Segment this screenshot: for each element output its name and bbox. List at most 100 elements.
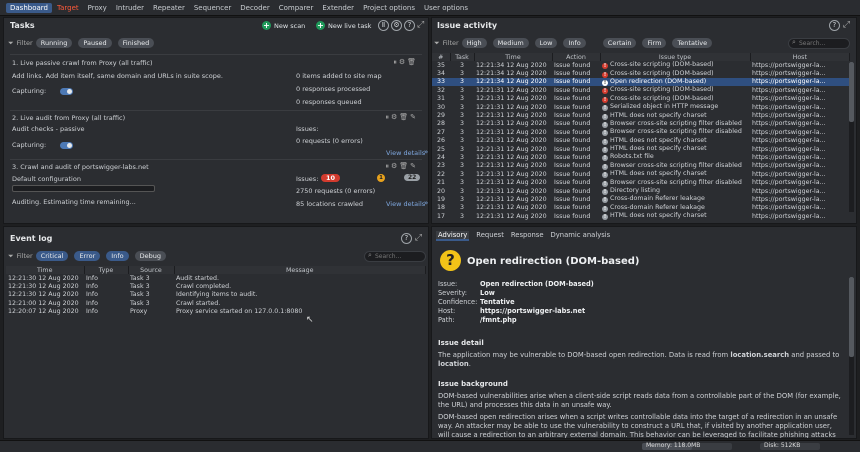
tab-request[interactable]: Request — [476, 231, 504, 241]
expand-icon[interactable]: ⤢ — [843, 20, 850, 31]
tab-repeater[interactable]: Repeater — [149, 3, 189, 13]
pause-all-icon[interactable]: Ⅱ — [378, 20, 389, 31]
issue-row[interactable]: 31 3 12:21:31 12 Aug 2020 Issue found! Cross… — [432, 95, 850, 103]
scrollbar-thumb[interactable] — [849, 277, 854, 357]
event-row[interactable]: 12:20:07 12 Aug 2020 Info Proxy Proxy servi… — [6, 308, 426, 316]
pause-icon[interactable]: ⏸ — [393, 58, 397, 67]
tab-dashboard[interactable]: Dashboard — [6, 2, 52, 13]
filter-info[interactable]: Info — [106, 251, 129, 261]
issue-row[interactable]: 23 3 12:21:31 12 Aug 2020 Issue found! Brows… — [432, 162, 850, 170]
filter-tentative[interactable]: Tentative — [672, 38, 713, 48]
col-time[interactable]: Time — [474, 53, 553, 61]
event-row[interactable]: 12:21:30 12 Aug 2020 Info Task 3 Audit star… — [6, 274, 426, 282]
high-issues-badge[interactable]: 10 — [321, 174, 341, 182]
issue-row[interactable]: 20 3 12:21:31 12 Aug 2020 Issue found! Direc… — [432, 187, 850, 196]
issue-row[interactable]: 21 3 12:21:31 12 Aug 2020 Issue found! Brows… — [432, 178, 850, 187]
trash-icon[interactable]: 🗑 — [399, 113, 408, 122]
scrollbar-thumb[interactable] — [849, 62, 854, 122]
issue-row[interactable]: 34 3 12:21:34 12 Aug 2020 Issue found! Cross… — [432, 69, 850, 78]
issue-row[interactable]: 19 3 12:21:31 12 Aug 2020 Issue found! Cross… — [432, 195, 850, 204]
tab-comparer[interactable]: Comparer — [275, 3, 318, 13]
filter-high[interactable]: High — [461, 38, 487, 48]
tab-advisory[interactable]: Advisory — [436, 231, 470, 241]
issue-row[interactable]: 33 3 12:21:34 12 Aug 2020 Issue found! Open … — [432, 77, 850, 87]
filter-critical[interactable]: Critical — [35, 251, 69, 261]
edit-icon[interactable]: ✎ — [410, 113, 416, 122]
info-issues-badge[interactable]: 22 — [404, 174, 421, 181]
event-type: Info — [86, 299, 98, 307]
capturing-toggle[interactable] — [60, 142, 73, 149]
trash-icon[interactable]: 🗑 — [399, 162, 408, 171]
gear-icon[interactable]: ⚙ — [391, 162, 397, 171]
task-card-2[interactable]: 2. Live audit from Proxy (all traffic) ⏸… — [10, 110, 428, 158]
help-icon[interactable]: ? — [828, 20, 840, 31]
trash-icon[interactable]: 🗑 — [407, 58, 416, 67]
col-host[interactable]: Host — [750, 53, 850, 61]
edit-icon[interactable]: ✎ — [410, 162, 416, 171]
help-icon[interactable]: ? — [404, 20, 415, 31]
tab-project-options[interactable]: Project options — [359, 3, 419, 13]
filter-running[interactable]: Running — [35, 38, 73, 48]
filter-info[interactable]: Info — [563, 38, 586, 48]
col-issue-type[interactable]: Issue type — [600, 53, 751, 61]
col-type[interactable]: Type — [84, 266, 129, 274]
filter-debug[interactable]: Debug — [134, 251, 166, 261]
tab-dynamic-analysis[interactable]: Dynamic analysis — [551, 231, 611, 241]
issue-row[interactable]: 32 3 12:21:31 12 Aug 2020 Issue found! Cross… — [432, 86, 850, 95]
col-number[interactable]: # — [432, 53, 451, 61]
issue-row[interactable]: 29 3 12:21:31 12 Aug 2020 Issue found! HTML … — [432, 111, 850, 120]
new-scan-button[interactable]: + New scan — [262, 21, 305, 30]
issue-row[interactable]: 18 3 12:21:31 12 Aug 2020 Issue found! Cross… — [432, 204, 850, 212]
issue-row[interactable]: 25 3 12:21:31 12 Aug 2020 Issue found! HTML … — [432, 145, 850, 154]
tab-extender[interactable]: Extender — [318, 3, 358, 13]
issue-row[interactable]: 26 3 12:21:31 12 Aug 2020 Issue found! HTML … — [432, 137, 850, 145]
advisory-scrollbar[interactable] — [849, 277, 854, 435]
col-action[interactable]: Action — [552, 53, 601, 61]
tab-intruder[interactable]: Intruder — [112, 3, 148, 13]
col-time[interactable]: Time — [6, 266, 85, 274]
capturing-toggle[interactable] — [60, 88, 73, 95]
filter-paused[interactable]: Paused — [78, 38, 112, 48]
tab-sequencer[interactable]: Sequencer — [190, 3, 235, 13]
event-log-search[interactable]: Search... — [364, 251, 426, 262]
issue-row[interactable]: 22 3 12:21:31 12 Aug 2020 Issue found! HTML … — [432, 170, 850, 179]
filter-finished[interactable]: Finished — [117, 38, 155, 48]
medium-issues-badge[interactable]: 1 — [377, 174, 385, 182]
col-source[interactable]: Source — [128, 266, 175, 274]
gear-icon[interactable]: ⚙ — [391, 113, 397, 122]
expand-icon[interactable]: ⤢ — [417, 20, 424, 31]
expand-icon[interactable]: ⤢ — [415, 233, 422, 244]
filter-firm[interactable]: Firm — [642, 38, 667, 48]
new-live-task-button[interactable]: + New live task — [316, 21, 371, 30]
tab-user-options[interactable]: User options — [420, 3, 472, 13]
help-icon[interactable]: ? — [400, 233, 412, 244]
issue-row[interactable]: 24 3 12:21:31 12 Aug 2020 Issue found! Robot… — [432, 153, 850, 162]
gear-icon[interactable]: ⚙ — [391, 20, 402, 31]
issue-row[interactable]: 27 3 12:21:31 12 Aug 2020 Issue found! Brows… — [432, 128, 850, 137]
tab-proxy[interactable]: Proxy — [84, 3, 111, 13]
tab-target[interactable]: Target — [53, 3, 83, 13]
issue-table-scrollbar[interactable] — [849, 62, 854, 212]
issue-row[interactable]: 17 3 12:21:31 12 Aug 2020 Issue found! HTML … — [432, 212, 850, 221]
pause-icon[interactable]: ⏸ — [385, 113, 389, 122]
filter-error[interactable]: Error — [74, 251, 101, 261]
filter-certain[interactable]: Certain — [602, 38, 637, 48]
issue-row[interactable]: 30 3 12:21:31 12 Aug 2020 Issue found! Seria… — [432, 103, 850, 112]
event-row[interactable]: 12:21:30 12 Aug 2020 Info Task 3 Crawl comp… — [6, 282, 426, 290]
filter-low[interactable]: Low — [534, 38, 558, 48]
col-task[interactable]: Task — [450, 53, 475, 61]
gear-icon[interactable]: ⚙ — [399, 58, 405, 67]
view-details-link[interactable]: View details — [386, 149, 425, 157]
event-row[interactable]: 12:21:00 12 Aug 2020 Info Task 3 Crawl star… — [6, 299, 426, 307]
col-message[interactable]: Message — [174, 266, 426, 274]
pause-icon[interactable]: ⏸ — [385, 162, 389, 171]
filter-medium[interactable]: Medium — [492, 38, 529, 48]
task-card-3[interactable]: 3. Crawl and audit of portswigger-labs.n… — [10, 159, 428, 209]
view-details-link[interactable]: View details — [386, 200, 425, 208]
tab-response[interactable]: Response — [511, 231, 544, 241]
tab-decoder[interactable]: Decoder — [236, 3, 273, 13]
issue-row[interactable]: 35 3 12:21:34 12 Aug 2020 Issue found! Cross… — [432, 61, 850, 70]
issue-search[interactable]: Search... — [788, 38, 850, 49]
issue-row[interactable]: 28 3 12:21:31 12 Aug 2020 Issue found! Brows… — [432, 120, 850, 128]
event-row[interactable]: 12:21:30 12 Aug 2020 Info Task 3 Identifyin… — [6, 291, 426, 299]
